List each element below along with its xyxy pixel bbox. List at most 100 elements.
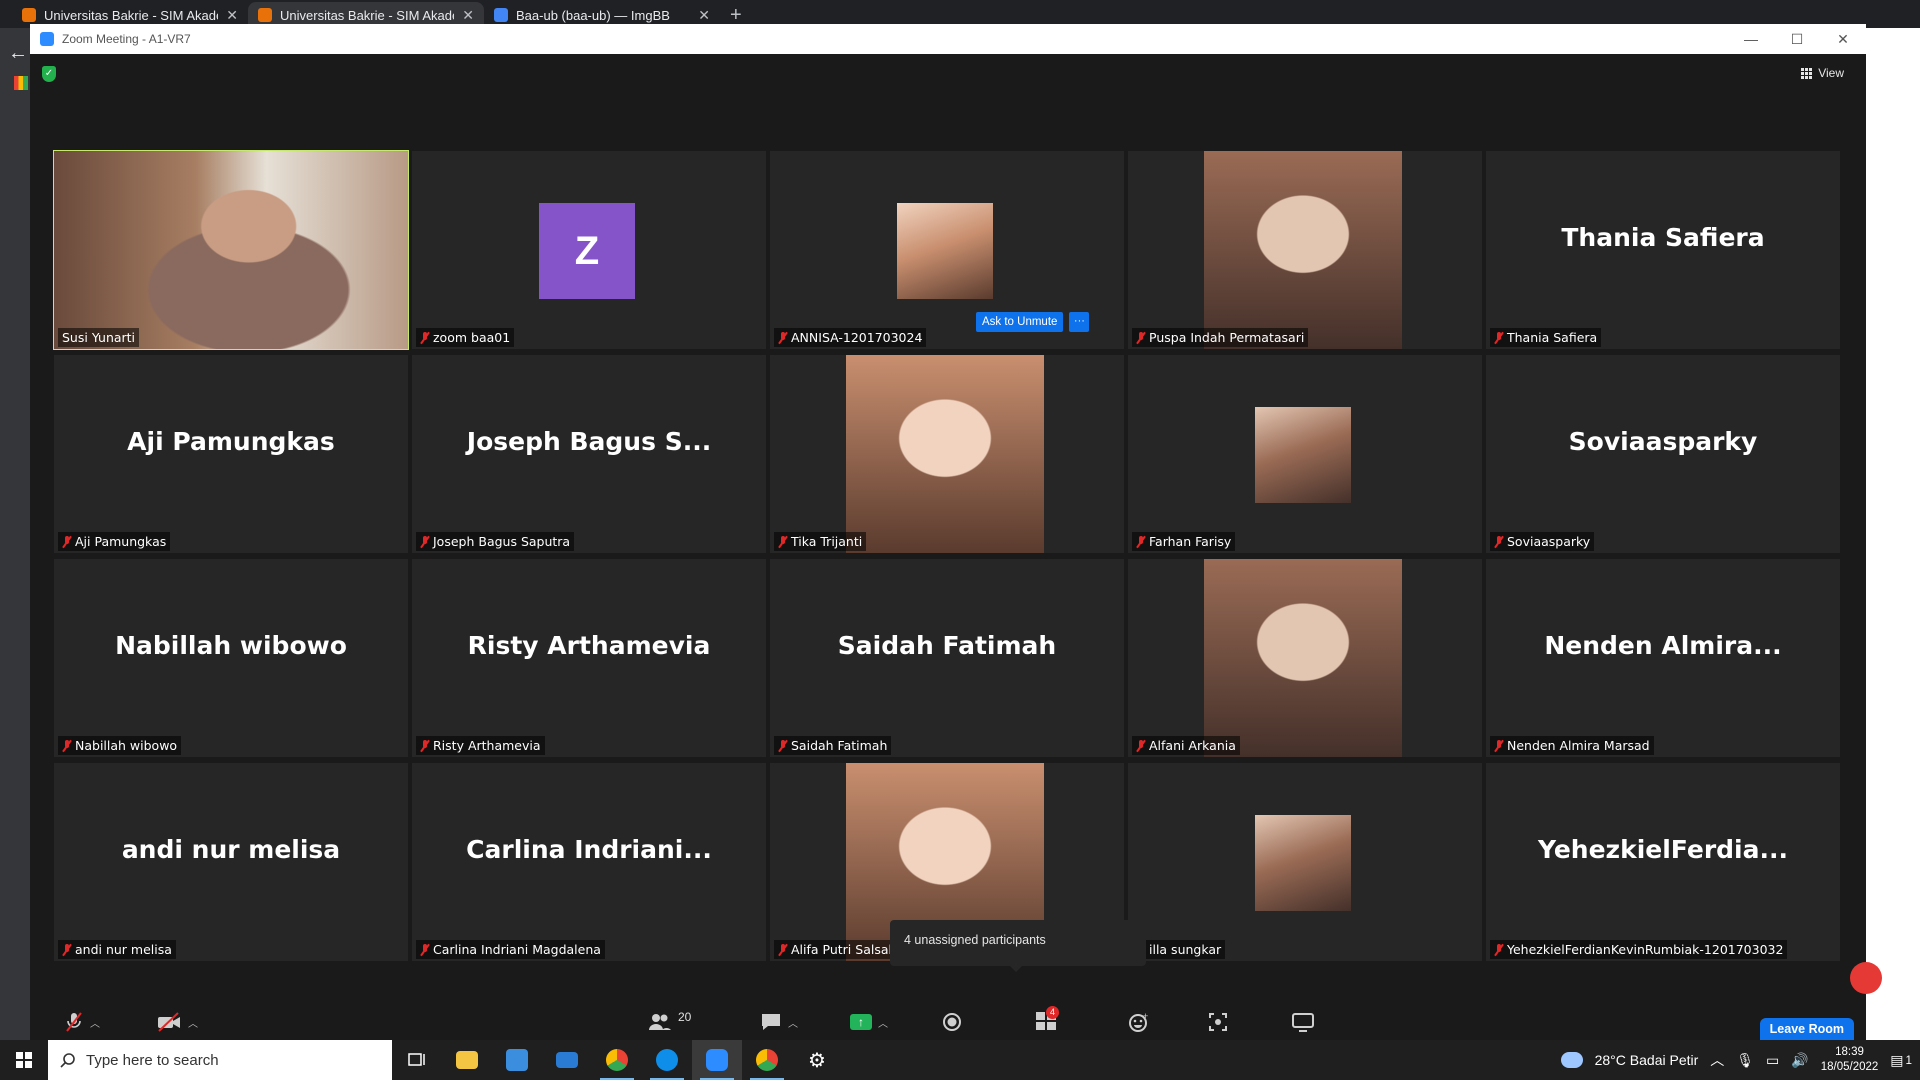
participant-name: Puspa Indah Permatasari	[1149, 330, 1305, 345]
participant-display-name: Joseph Bagus S...	[466, 426, 712, 456]
weather-text[interactable]: 28°C Badai Petir	[1595, 1052, 1699, 1068]
mic-muted-icon	[778, 943, 788, 956]
participant-name-label: Nenden Almira Marsad	[1490, 736, 1654, 755]
zoom-window: Zoom Meeting - A1-VR7 — ☐ ✕ ✓ View Susi …	[30, 24, 1866, 1040]
mail-button[interactable]	[542, 1040, 592, 1080]
maximize-icon[interactable]: ☐	[1774, 31, 1820, 48]
participant-display-name: Soviaasparky	[1568, 426, 1758, 456]
chevron-up-icon[interactable]: ︿	[1710, 1050, 1724, 1070]
participant-tile[interactable]: Soviaasparky Soviaasparky	[1486, 355, 1840, 553]
mic-muted-icon	[420, 739, 430, 752]
clock-date: 18/05/2022	[1820, 1061, 1879, 1073]
clock[interactable]: 18:39 18/05/2022	[1821, 1045, 1879, 1075]
window-title: Zoom Meeting - A1-VR7	[62, 32, 191, 46]
store-button[interactable]	[492, 1040, 542, 1080]
volume-icon[interactable]: 🔊	[1791, 1052, 1808, 1069]
participant-name-label: andi nur melisa	[58, 940, 176, 959]
participant-name: YehezkielFerdianKevinRumbiak-1201703032	[1507, 942, 1784, 957]
breakout-rooms-button[interactable]: 4	[1036, 1006, 1059, 1032]
network-icon[interactable]: ▭	[1766, 1052, 1779, 1069]
profile-photo	[846, 355, 1044, 553]
minimize-icon[interactable]: —	[1728, 31, 1774, 47]
close-icon[interactable]: ✕	[226, 7, 238, 24]
participant-tile[interactable]: Aji Pamungkas Aji Pamungkas	[54, 355, 408, 553]
folder-icon	[456, 1051, 478, 1069]
record-button[interactable]	[942, 1012, 962, 1032]
participant-name: Aji Pamungkas	[75, 534, 167, 549]
zoom-titlebar: Zoom Meeting - A1-VR7 — ☐ ✕	[30, 24, 1866, 54]
participant-name: Nenden Almira Marsad	[1507, 738, 1650, 753]
file-explorer-button[interactable]	[442, 1040, 492, 1080]
participant-name: Joseph Bagus Saputra	[433, 534, 571, 549]
participant-tile[interactable]: andi nur melisa andi nur melisa	[54, 763, 408, 961]
mic-muted-icon	[66, 1012, 82, 1032]
apps-icon[interactable]	[14, 76, 28, 90]
participant-tile[interactable]: Zzoom baa01	[412, 151, 766, 349]
microphone-icon[interactable]: 🎙	[1736, 1052, 1754, 1069]
apps-button[interactable]	[1208, 1012, 1228, 1032]
teamviewer-icon	[656, 1049, 678, 1071]
participant-tile[interactable]: illa sungkar	[1128, 763, 1482, 961]
chevron-up-icon[interactable]: ︿	[188, 1015, 198, 1030]
close-icon[interactable]: ✕	[698, 7, 710, 24]
gallery-grid: Susi Yunarti Zzoom baa01 ANNISA-1201703024…	[53, 150, 1840, 961]
participant-tile[interactable]: Nenden Almira... Nenden Almira Marsad	[1486, 559, 1840, 757]
video-off-icon	[158, 1012, 180, 1032]
participant-tile[interactable]: YehezkielFerdia... YehezkielFerdianKevinR…	[1486, 763, 1840, 961]
meeting-area: ✓ View Susi Yunarti Zzoom baa01 ANNISA-120…	[30, 54, 1866, 1040]
unassigned-tooltip: 4 unassigned participants	[890, 920, 1146, 972]
participant-tile[interactable]: Nabillah wibowo Nabillah wibowo	[54, 559, 408, 757]
participant-tile[interactable]: Carlina Indriani... Carlina Indriani Magd…	[412, 763, 766, 961]
favicon-icon	[494, 8, 508, 22]
mic-muted-icon	[778, 739, 788, 752]
taskbar-search[interactable]: Type here to search	[48, 1040, 392, 1080]
participant-name-label: Tika Trijanti	[774, 532, 867, 551]
chat-button[interactable]: ︿	[760, 1012, 798, 1032]
notifications-icon[interactable]: ▤ 1	[1890, 1052, 1912, 1069]
breakout-badge: 4	[1046, 1006, 1059, 1019]
floating-action-button[interactable]	[1850, 962, 1882, 994]
participant-tile[interactable]: Farhan Farisy	[1128, 355, 1482, 553]
view-button[interactable]: View	[1801, 66, 1844, 80]
participant-tile[interactable]: Alfani Arkania	[1128, 559, 1482, 757]
share-screen-button[interactable]: ↑ ︿	[850, 1014, 888, 1030]
zoom-taskbar-button[interactable]	[692, 1040, 742, 1080]
task-view-button[interactable]	[392, 1040, 442, 1080]
participant-tile[interactable]: Thania Safiera Thania Safiera	[1486, 151, 1840, 349]
more-options-button[interactable]: ···	[1069, 312, 1090, 332]
chevron-up-icon[interactable]: ︿	[90, 1015, 100, 1030]
participant-tile[interactable]: Puspa Indah Permatasari	[1128, 151, 1482, 349]
video-button[interactable]: ︿	[156, 1012, 198, 1032]
ask-to-unmute-button[interactable]: Ask to Unmute	[976, 312, 1064, 332]
chat-icon	[762, 1014, 780, 1030]
favicon-icon	[258, 8, 272, 22]
participant-tile[interactable]: Susi Yunarti	[53, 150, 409, 350]
chevron-up-icon[interactable]: ︿	[878, 1015, 888, 1030]
meeting-toolbar: ︿ ︿ 20 ︿ ↑ ︿ 4 + Leave Room	[30, 1004, 1866, 1040]
reactions-button[interactable]: +	[1128, 1012, 1150, 1032]
security-shield-icon[interactable]: ✓	[42, 66, 56, 82]
participant-tile[interactable]: Tika Trijanti	[770, 355, 1124, 553]
chevron-up-icon[interactable]: ︿	[788, 1015, 798, 1030]
svg-text:+: +	[1143, 1012, 1148, 1021]
close-icon[interactable]: ✕	[462, 7, 474, 24]
profile-photo	[897, 203, 993, 299]
search-placeholder: Type here to search	[86, 1051, 219, 1069]
start-button[interactable]	[0, 1040, 48, 1080]
participants-button[interactable]: 20	[648, 1010, 691, 1031]
back-arrow-icon[interactable]: ←	[8, 42, 28, 65]
settings-button[interactable]: ⚙	[792, 1040, 842, 1080]
leave-room-button[interactable]: Leave Room	[1759, 1018, 1854, 1040]
whiteboard-button[interactable]	[1292, 1012, 1314, 1032]
mic-muted-icon	[62, 535, 72, 548]
participant-tile[interactable]: Joseph Bagus S... Joseph Bagus Saputra	[412, 355, 766, 553]
chrome-profile-button[interactable]	[742, 1040, 792, 1080]
reactions-icon: +	[1129, 1012, 1148, 1032]
mute-button[interactable]: ︿	[64, 1011, 100, 1033]
close-icon[interactable]: ✕	[1820, 31, 1866, 48]
participant-tile[interactable]: Saidah Fatimah Saidah Fatimah	[770, 559, 1124, 757]
chrome-button[interactable]	[592, 1040, 642, 1080]
participant-tile[interactable]: Risty Arthamevia Risty Arthamevia	[412, 559, 766, 757]
task-view-icon	[408, 1053, 425, 1066]
teamviewer-button[interactable]	[642, 1040, 692, 1080]
